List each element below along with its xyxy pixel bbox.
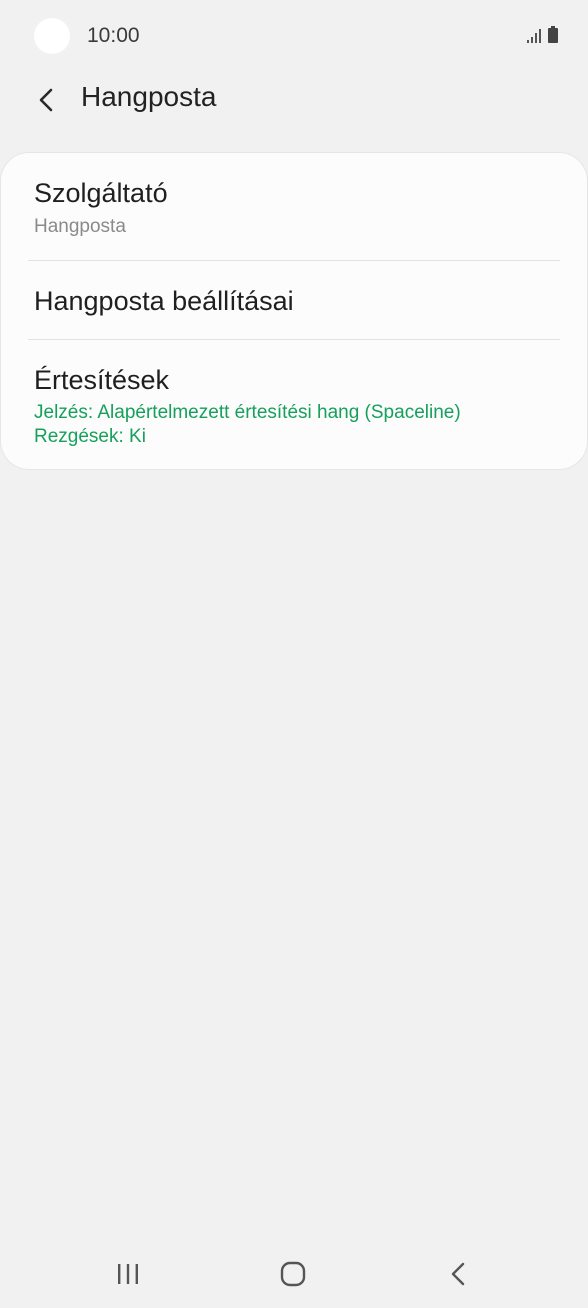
- chevron-left-icon: [39, 88, 53, 112]
- setting-subtitle-vibration: Rezgések: Ki: [34, 426, 146, 447]
- page-title: Hangposta: [81, 81, 217, 112]
- setting-item-voicemail-settings[interactable]: Hangposta beállításai: [1, 261, 587, 339]
- settings-card: Szolgáltató Hangposta Hangposta beállítá…: [1, 153, 587, 469]
- status-bar: 10:00: [0, 0, 588, 72]
- camera-cutout: [34, 18, 70, 54]
- status-time: 10:00: [87, 24, 140, 47]
- app-bar: Hangposta: [0, 72, 588, 124]
- setting-item-provider[interactable]: Szolgáltató Hangposta: [1, 153, 587, 260]
- back-button[interactable]: [26, 80, 66, 120]
- navigation-bar: [0, 1240, 588, 1308]
- home-button[interactable]: [263, 1254, 323, 1294]
- back-icon: [451, 1262, 465, 1286]
- nav-back-button[interactable]: [428, 1254, 488, 1294]
- phone-screen: 10:00 Hangposta Szolgáltató Hangposta Ha…: [0, 0, 588, 1308]
- setting-title: Értesítések: [34, 365, 170, 395]
- setting-subtitle-sound: Jelzés: Alapértelmezett értesítési hang …: [34, 402, 461, 423]
- recents-icon: [118, 1264, 138, 1284]
- recents-button[interactable]: [98, 1254, 158, 1294]
- setting-title: Szolgáltató: [34, 178, 168, 208]
- signal-icon: [527, 29, 541, 43]
- status-icons: [527, 26, 558, 43]
- setting-title: Hangposta beállításai: [34, 286, 294, 316]
- home-icon: [280, 1261, 306, 1287]
- setting-item-notifications[interactable]: Értesítések Jelzés: Alapértelmezett érte…: [1, 340, 587, 469]
- battery-icon: [548, 26, 558, 43]
- setting-subtitle: Hangposta: [34, 216, 126, 237]
